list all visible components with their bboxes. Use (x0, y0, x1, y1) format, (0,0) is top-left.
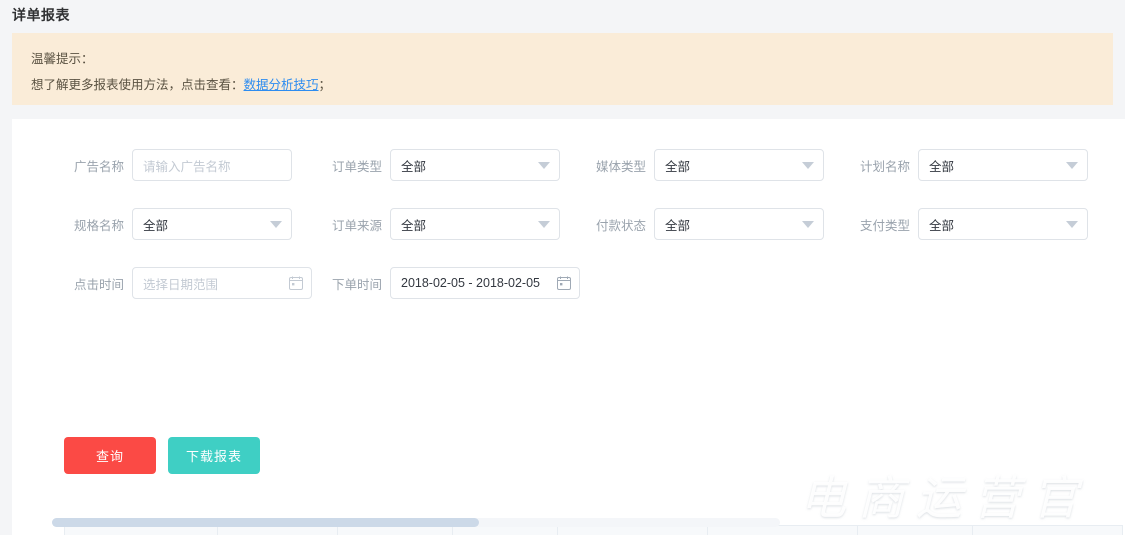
ad-name-input-value: 请输入广告名称 (143, 159, 231, 174)
field-label-order-source: 订单来源 (331, 218, 382, 233)
content-card: 广告名称 请输入广告名称 订单类型 全部 媒体类型 全部 计划名称 全部 规格名… (12, 119, 1125, 535)
media-type-select-value: 全部 (665, 159, 691, 174)
click-time-daterange-input[interactable]: 选择日期范围 (132, 267, 312, 299)
field-label-media-type: 媒体类型 (595, 159, 646, 174)
field-label-click-time: 点击时间 (73, 277, 124, 292)
field-label-plan-name: 计划名称 (859, 159, 910, 174)
field-pay-type: 支付类型 全部 (856, 208, 1088, 240)
page-title: 详单报表 (12, 7, 70, 23)
spec-name-select[interactable]: 全部 (132, 208, 292, 240)
field-label-order-type: 订单类型 (331, 159, 382, 174)
order-source-select-value: 全部 (401, 218, 427, 233)
calendar-icon (557, 276, 571, 293)
field-spec-name: 规格名称 全部 (64, 208, 292, 240)
payment-status-select-value: 全部 (665, 218, 691, 233)
tip-banner: 温馨提示： 想了解更多报表使用方法，点击查看：数据分析技巧； (12, 33, 1113, 105)
payment-status-select[interactable]: 全部 (654, 208, 824, 240)
plan-name-select[interactable]: 全部 (918, 149, 1088, 181)
field-order-source: 订单来源 全部 (328, 208, 560, 240)
ad-name-input[interactable]: 请输入广告名称 (132, 149, 292, 181)
field-media-type: 媒体类型 全部 (592, 149, 824, 181)
download-report-button[interactable]: 下载报表 (168, 437, 260, 474)
pay-type-select-value: 全部 (929, 218, 955, 233)
chevron-down-icon (270, 221, 282, 228)
order-type-select-value: 全部 (401, 159, 427, 174)
field-label-pay-type: 支付类型 (859, 218, 910, 233)
data-analysis-tips-link[interactable]: 数据分析技巧 (244, 78, 319, 92)
order-time-value: 2018-02-05 - 2018-02-05 (401, 276, 540, 290)
spec-name-select-value: 全部 (143, 218, 169, 233)
tip-body: 想了解更多报表使用方法，点击查看：数据分析技巧； (31, 72, 1112, 98)
field-click-time: 点击时间 选择日期范围 (64, 267, 312, 299)
click-time-value: 选择日期范围 (143, 277, 219, 292)
chevron-down-icon (1066, 221, 1078, 228)
chevron-down-icon (802, 221, 814, 228)
media-type-select[interactable]: 全部 (654, 149, 824, 181)
pay-type-select[interactable]: 全部 (918, 208, 1088, 240)
chevron-down-icon (802, 162, 814, 169)
field-plan-name: 计划名称 全部 (856, 149, 1088, 181)
chevron-down-icon (538, 221, 550, 228)
order-type-select[interactable]: 全部 (390, 149, 560, 181)
field-label-payment-status: 付款状态 (595, 218, 646, 233)
query-button[interactable]: 查询 (64, 437, 156, 474)
field-label-spec-name: 规格名称 (73, 218, 124, 233)
table-column-header[interactable]: 计划名称 (972, 525, 1123, 535)
chevron-down-icon (1066, 162, 1078, 169)
filter-form: 广告名称 请输入广告名称 订单类型 全部 媒体类型 全部 计划名称 全部 规格名… (12, 119, 1125, 369)
order-source-select[interactable]: 全部 (390, 208, 560, 240)
field-label-order-time: 下单时间 (331, 277, 382, 292)
plan-name-select-value: 全部 (929, 159, 955, 174)
table-horizontal-scrollbar-thumb[interactable] (52, 518, 479, 527)
tip-heading: 温馨提示： (31, 52, 94, 66)
calendar-icon (289, 276, 303, 293)
chevron-down-icon (538, 162, 550, 169)
field-order-type: 订单类型 全部 (328, 149, 560, 181)
order-time-daterange-input[interactable]: 2018-02-05 - 2018-02-05 (390, 267, 580, 299)
tip-body-before: 想了解更多报表使用方法，点击查看： (31, 78, 244, 92)
detail-report-page: 详单报表 温馨提示： 想了解更多报表使用方法，点击查看：数据分析技巧； 广告名称… (0, 0, 1125, 535)
field-ad-name: 广告名称 请输入广告名称 (64, 149, 292, 181)
table-horizontal-scrollbar[interactable] (52, 518, 780, 527)
tip-body-after: ； (318, 78, 332, 92)
field-order-time: 下单时间 2018-02-05 - 2018-02-05 (328, 267, 580, 299)
table-column-header[interactable]: 媒体类型 (857, 525, 973, 535)
field-payment-status: 付款状态 全部 (592, 208, 824, 240)
field-label-ad-name: 广告名称 (73, 159, 124, 174)
